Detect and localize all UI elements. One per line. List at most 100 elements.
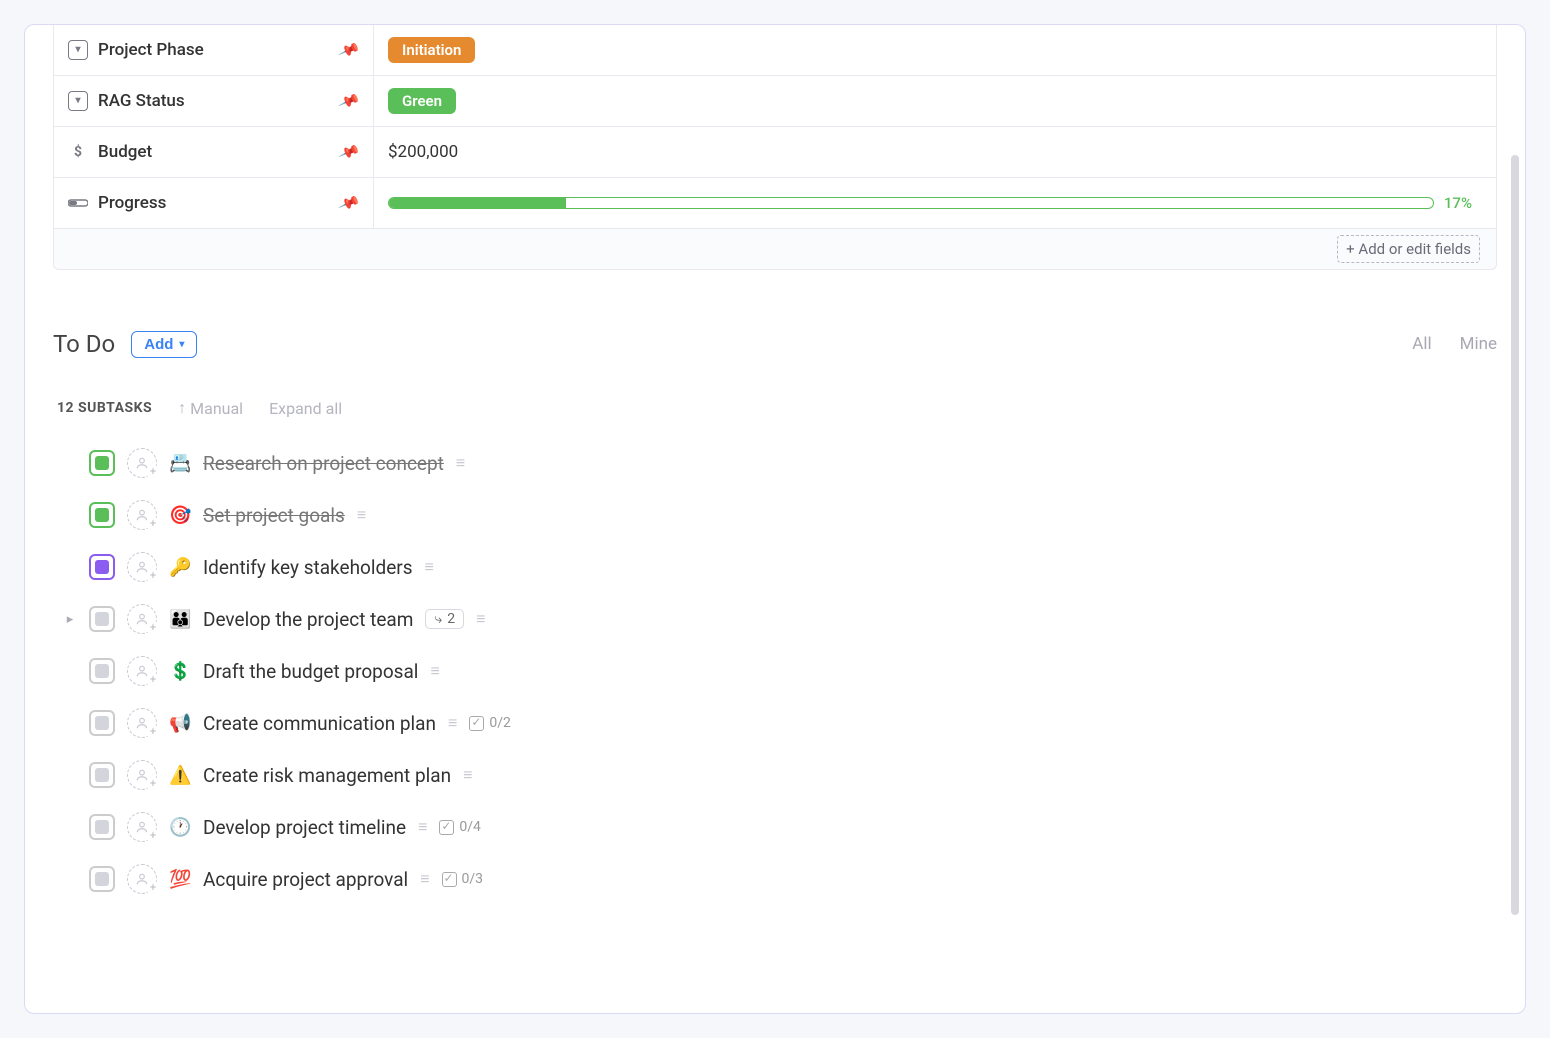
todo-header: To Do Add All Mine — [53, 330, 1497, 358]
field-label: Progress 📌 — [54, 178, 374, 228]
description-icon: ≡ — [420, 869, 429, 889]
section-title: To Do — [53, 330, 115, 358]
checklist-indicator[interactable]: 0/4 — [439, 819, 481, 835]
task-row[interactable]: ⚠️ Create risk management plan ≡ — [63, 754, 1497, 796]
sort-arrow-icon: ↑ — [178, 398, 186, 418]
task-row[interactable]: 📢 Create communication plan ≡ 0/2 — [63, 702, 1497, 744]
filter-all[interactable]: All — [1412, 334, 1431, 354]
status-checkbox[interactable] — [89, 866, 115, 892]
subtree-icon: ⤷ — [434, 611, 442, 627]
progress-track — [388, 197, 1434, 209]
checklist-indicator[interactable]: 0/3 — [442, 871, 484, 887]
field-value[interactable]: 17% — [374, 186, 1496, 220]
task-title[interactable]: Develop the project team — [203, 608, 413, 631]
task-row[interactable]: 📇 Research on project concept ≡ — [63, 442, 1497, 484]
expand-all-button[interactable]: Expand all — [269, 399, 342, 418]
assignee-button[interactable] — [127, 448, 157, 478]
task-list: 📇 Research on project concept ≡ 🎯 Set projec… — [53, 442, 1497, 900]
add-button[interactable]: Add — [131, 331, 197, 358]
custom-fields-table: Project Phase 📌 Initiation RAG Status 📌 … — [53, 25, 1497, 270]
task-title[interactable]: Identify key stakeholders — [203, 556, 413, 579]
assignee-button[interactable] — [127, 812, 157, 842]
status-checkbox[interactable] — [89, 762, 115, 788]
subtask-count: 12 SUBTASKS — [57, 400, 152, 416]
assignee-button[interactable] — [127, 760, 157, 790]
task-row[interactable]: 💲 Draft the budget proposal ≡ — [63, 650, 1497, 692]
status-checkbox[interactable] — [89, 450, 115, 476]
field-value[interactable]: Initiation — [374, 29, 1496, 71]
pin-icon[interactable]: 📌 — [338, 140, 362, 163]
expand-caret-icon[interactable]: ▸ — [63, 612, 77, 627]
field-row-progress[interactable]: Progress 📌 17% — [54, 177, 1496, 228]
task-emoji-icon: ⚠️ — [169, 765, 191, 786]
description-icon: ≡ — [430, 661, 439, 681]
assignee-button[interactable] — [127, 708, 157, 738]
task-emoji-icon: 🕐 — [169, 817, 191, 838]
task-row[interactable]: ▸👪Develop the project team⤷2≡ — [63, 598, 1497, 640]
status-checkbox[interactable] — [89, 502, 115, 528]
task-row[interactable]: 💯 Acquire project approval ≡ 0/3 — [63, 858, 1497, 900]
pin-icon[interactable]: 📌 — [338, 38, 362, 61]
description-icon: ≡ — [418, 817, 427, 837]
assignee-button[interactable] — [127, 656, 157, 686]
pin-icon[interactable]: 📌 — [338, 89, 362, 112]
scrollbar[interactable] — [1511, 155, 1519, 915]
pin-icon[interactable]: 📌 — [338, 191, 362, 214]
status-checkbox[interactable] — [89, 710, 115, 736]
sort-button[interactable]: ↑ Manual — [178, 398, 243, 418]
description-icon: ≡ — [463, 765, 472, 785]
task-row[interactable]: 🎯 Set project goals ≡ — [63, 494, 1497, 536]
task-emoji-icon: 👪 — [169, 609, 191, 630]
progress-bar: 17% — [388, 194, 1482, 212]
task-title[interactable]: Set project goals — [203, 504, 345, 527]
task-emoji-icon: 📇 — [169, 453, 191, 474]
project-panel: Project Phase 📌 Initiation RAG Status 📌 … — [24, 24, 1526, 1014]
field-name: RAG Status — [98, 91, 185, 111]
task-title[interactable]: Create communication plan — [203, 712, 436, 735]
subtask-meta-row: 12 SUBTASKS ↑ Manual Expand all — [53, 398, 1497, 418]
assignee-button[interactable] — [127, 552, 157, 582]
task-title[interactable]: Acquire project approval — [203, 868, 408, 891]
progress-fill — [389, 198, 566, 208]
task-row[interactable]: 🕐 Develop project timeline ≡ 0/4 — [63, 806, 1497, 848]
task-row[interactable]: 🔑 Identify key stakeholders ≡ — [63, 546, 1497, 588]
rag-badge: Green — [388, 88, 456, 114]
status-checkbox[interactable] — [89, 606, 115, 632]
add-edit-fields-button[interactable]: + Add or edit fields — [1337, 235, 1480, 263]
task-title[interactable]: Research on project concept — [203, 452, 444, 475]
field-name: Progress — [98, 193, 166, 213]
checklist-icon — [439, 820, 454, 835]
assignee-button[interactable] — [127, 500, 157, 530]
description-icon: ≡ — [425, 557, 434, 577]
checklist-indicator[interactable]: 0/2 — [469, 715, 511, 731]
phase-badge: Initiation — [388, 37, 475, 63]
task-title[interactable]: Draft the budget proposal — [203, 660, 418, 683]
task-emoji-icon: 💲 — [169, 661, 191, 682]
field-row-project-phase[interactable]: Project Phase 📌 Initiation — [54, 25, 1496, 75]
assignee-button[interactable] — [127, 604, 157, 634]
field-label: $ Budget 📌 — [54, 127, 374, 177]
field-label: RAG Status 📌 — [54, 76, 374, 126]
task-emoji-icon: 💯 — [169, 869, 191, 890]
status-checkbox[interactable] — [89, 554, 115, 580]
task-emoji-icon: 📢 — [169, 713, 191, 734]
description-icon: ≡ — [357, 505, 366, 525]
task-title[interactable]: Create risk management plan — [203, 764, 451, 787]
currency-field-icon: $ — [68, 142, 88, 162]
field-row-rag-status[interactable]: RAG Status 📌 Green — [54, 75, 1496, 126]
subtask-count-pill[interactable]: ⤷2 — [425, 609, 464, 629]
status-checkbox[interactable] — [89, 814, 115, 840]
budget-value: $200,000 — [388, 142, 458, 162]
filter-mine[interactable]: Mine — [1460, 334, 1497, 354]
field-row-budget[interactable]: $ Budget 📌 $200,000 — [54, 126, 1496, 177]
description-icon: ≡ — [448, 713, 457, 733]
task-title[interactable]: Develop project timeline — [203, 816, 406, 839]
task-emoji-icon: 🔑 — [169, 557, 191, 578]
field-value[interactable]: $200,000 — [374, 134, 1496, 170]
field-value[interactable]: Green — [374, 80, 1496, 122]
task-emoji-icon: 🎯 — [169, 505, 191, 526]
dropdown-field-icon — [68, 91, 88, 111]
description-icon: ≡ — [456, 453, 465, 473]
status-checkbox[interactable] — [89, 658, 115, 684]
assignee-button[interactable] — [127, 864, 157, 894]
